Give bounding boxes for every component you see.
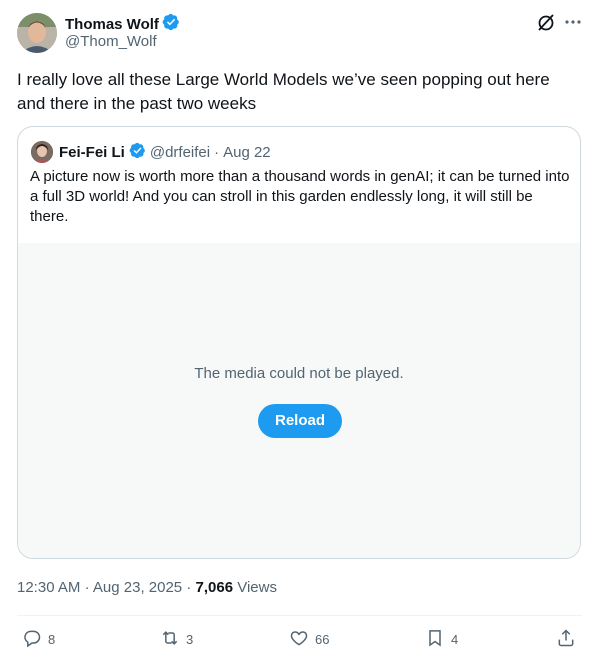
bookmark-count: 4 (451, 632, 459, 647)
views-label: Views (237, 579, 277, 596)
author-name[interactable]: Thomas Wolf (65, 16, 159, 34)
reply-count: 8 (48, 632, 56, 647)
media-error-message: The media could not be played. (194, 365, 404, 382)
quoted-tweet[interactable]: Fei-Fei Li @drfeifei · Aug 22 A picture … (17, 126, 581, 559)
tweet-meta: 12:30 AM · Aug 23, 2025 · 7,066 Views (17, 579, 277, 597)
tweet-date[interactable]: Aug 23, 2025 (93, 579, 182, 596)
bookmark-icon (425, 628, 445, 651)
quoted-author-name[interactable]: Fei-Fei Li (59, 144, 125, 162)
bookmark-button[interactable]: 4 (425, 628, 458, 651)
reply-button[interactable]: 8 (22, 628, 55, 651)
repost-count: 3 (186, 632, 194, 647)
quoted-author-avatar[interactable] (31, 141, 53, 163)
media-player[interactable]: The media could not be played. Reload (18, 243, 580, 558)
verified-badge-icon (129, 142, 146, 164)
quoted-date[interactable]: Aug 22 (223, 144, 271, 162)
repost-icon (160, 628, 180, 651)
tweet-time[interactable]: 12:30 AM (17, 579, 80, 596)
verified-badge-icon (162, 13, 180, 36)
reply-icon (22, 628, 42, 651)
author-avatar[interactable] (17, 13, 57, 53)
reload-button[interactable]: Reload (258, 404, 342, 438)
quoted-author-handle[interactable]: @drfeifei (150, 144, 210, 162)
meta-separator: · (84, 579, 90, 596)
quoted-text: A picture now is worth more than a thous… (30, 168, 570, 225)
grok-icon[interactable] (536, 12, 556, 37)
like-icon (289, 628, 309, 651)
like-button[interactable]: 66 (289, 628, 329, 651)
meta-separator: · (186, 579, 192, 596)
repost-button[interactable]: 3 (160, 628, 193, 651)
quoted-header: Fei-Fei Li @drfeifei · Aug 22 (59, 142, 271, 164)
divider (17, 615, 582, 616)
share-icon (556, 628, 576, 651)
quoted-separator: · (214, 144, 220, 161)
share-button[interactable] (556, 628, 576, 651)
author-handle[interactable]: @Thom_Wolf (65, 33, 157, 51)
more-icon[interactable] (564, 12, 582, 37)
like-count: 66 (315, 632, 330, 647)
tweet-text: I really love all these Large World Mode… (17, 70, 550, 113)
views-count: 7,066 (195, 579, 234, 596)
